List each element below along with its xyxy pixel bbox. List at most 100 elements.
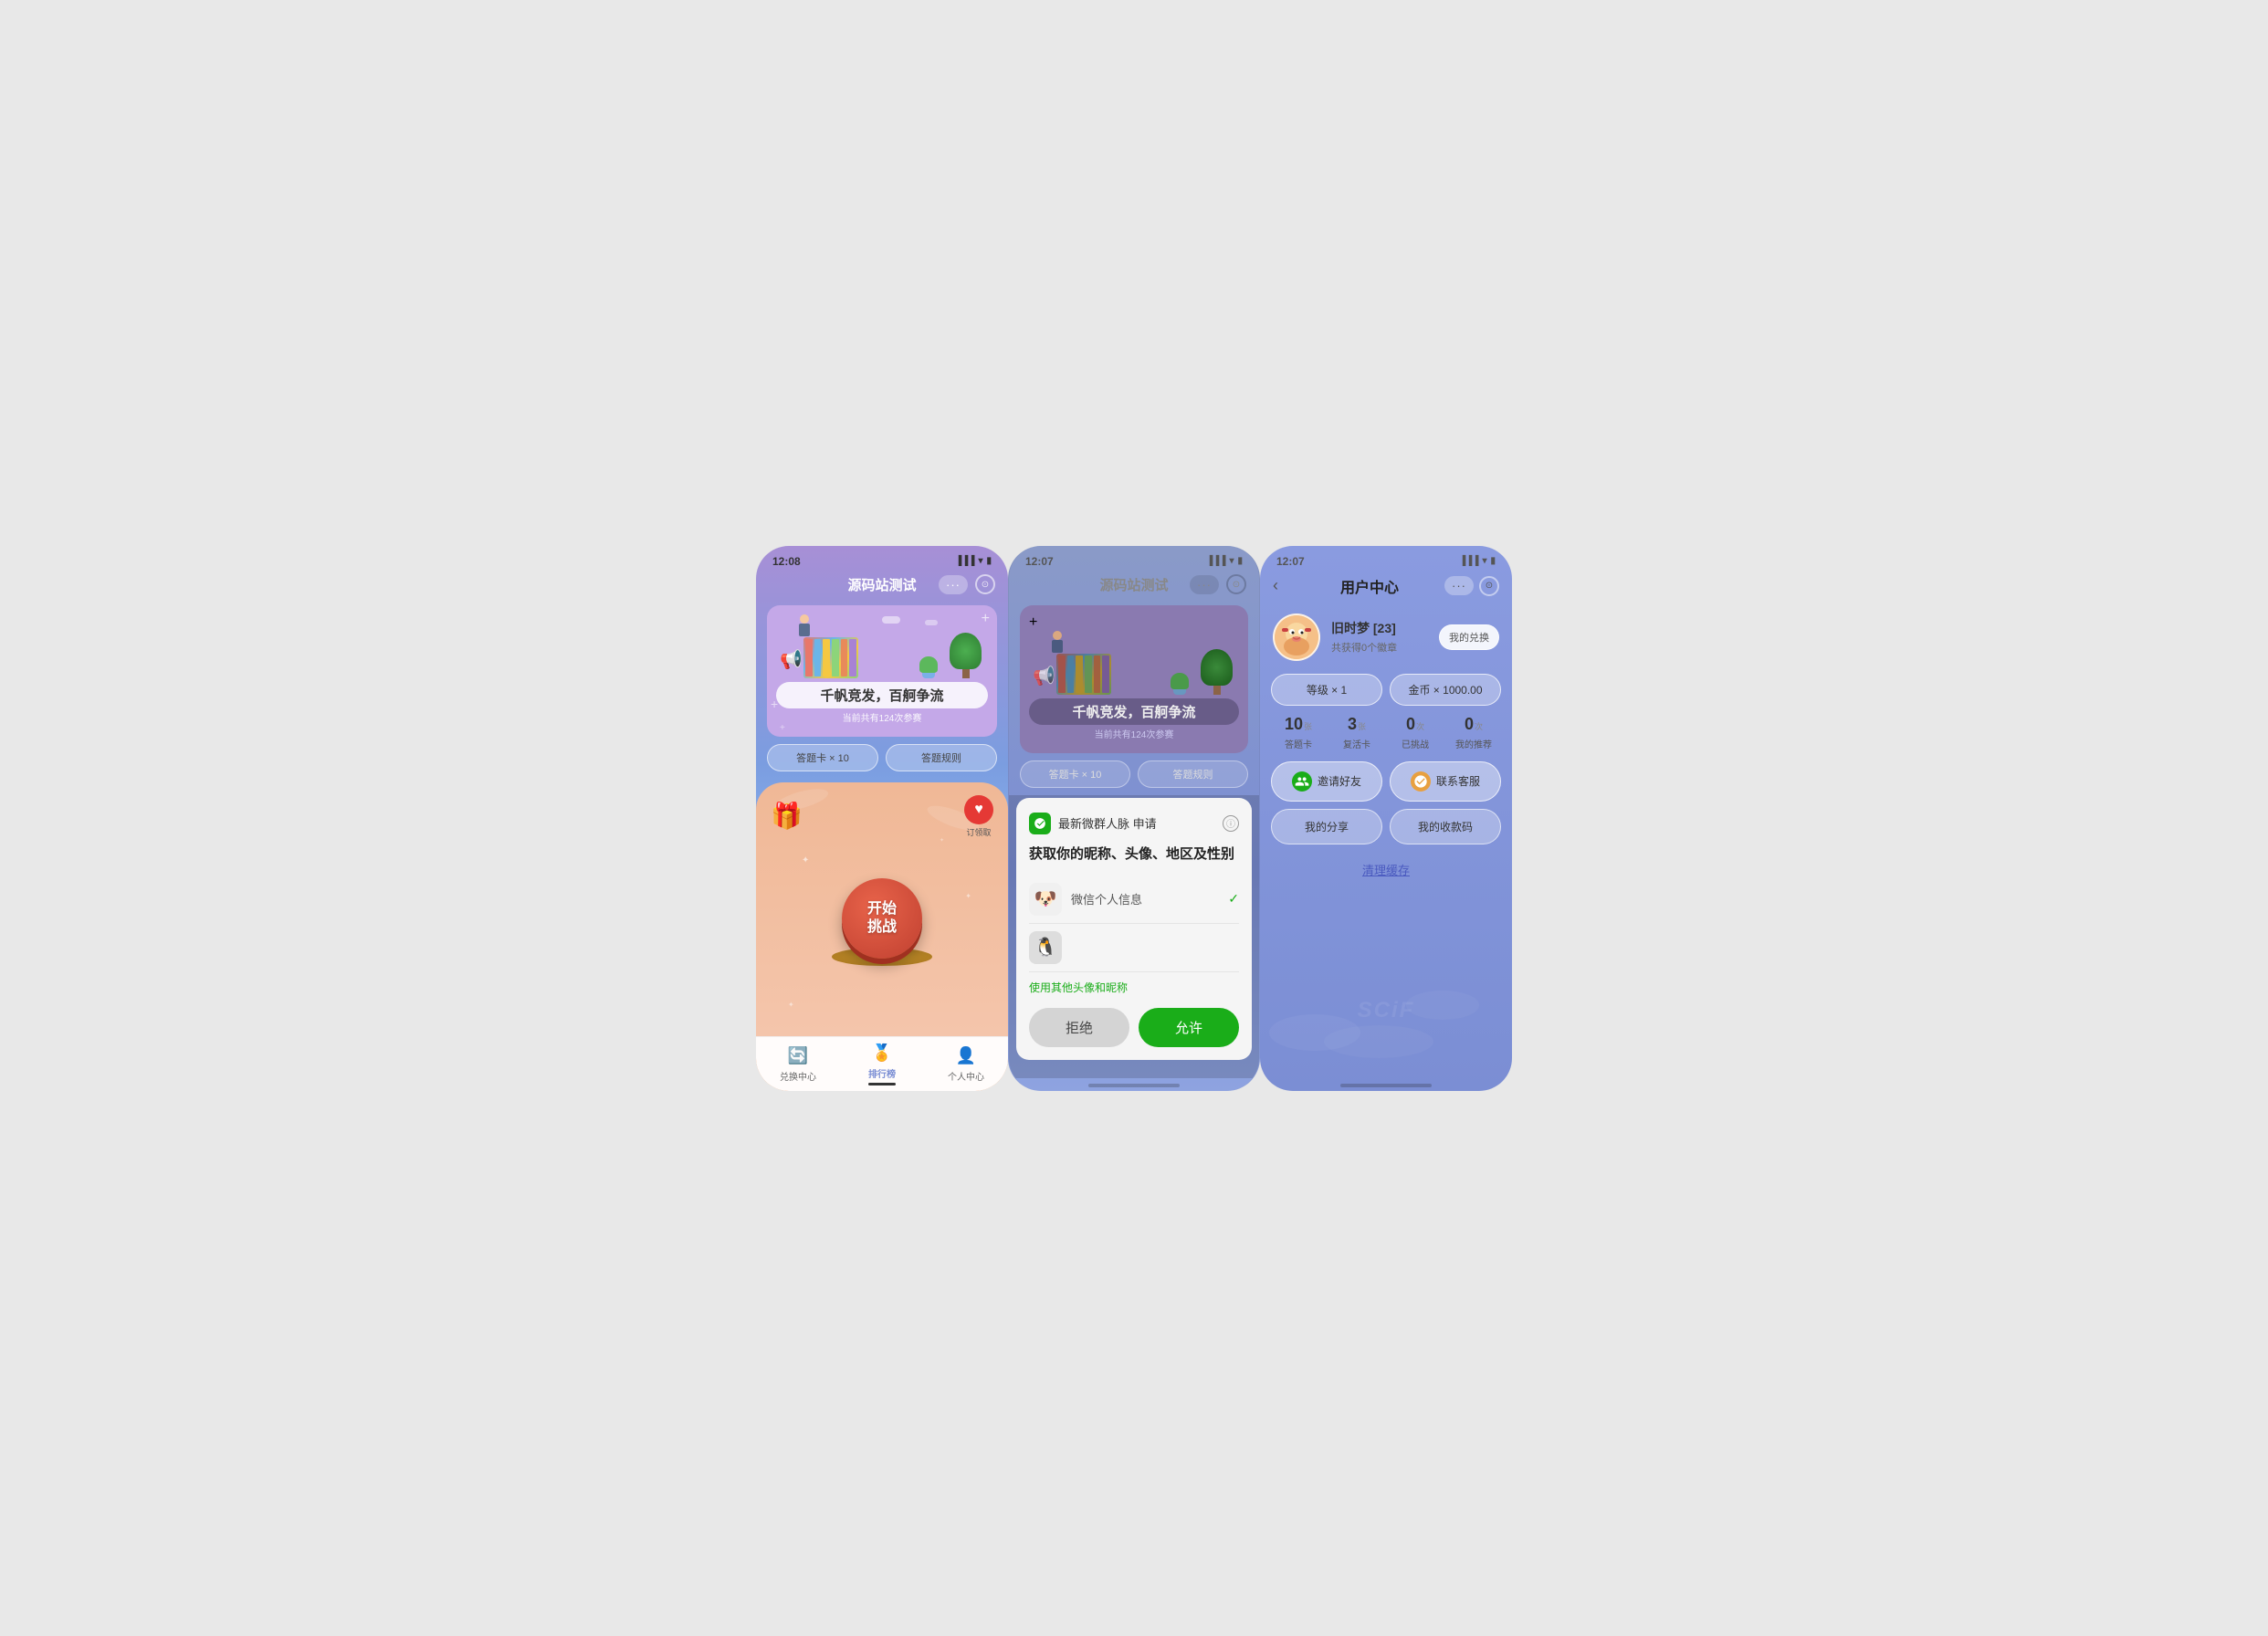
nav-label-profile: 个人中心 xyxy=(948,1069,984,1083)
my-share-btn[interactable]: 我的分享 xyxy=(1271,809,1382,844)
counts-row: 10 张 答题卡 3 张 复活卡 0 次 已挑战 xyxy=(1260,715,1512,761)
allow-button[interactable]: 允许 xyxy=(1139,1008,1239,1047)
count-number-1: 10 xyxy=(1285,715,1303,734)
answer-card-btn-2[interactable]: 答题卡 × 10 xyxy=(1020,760,1130,788)
exchange-icon: 🔄 xyxy=(787,1044,809,1066)
count-label-2: 复活卡 xyxy=(1343,737,1370,750)
dialog-app-name: 最新微群人脉 申请 xyxy=(1058,814,1157,832)
megaphone-icon: 📢 xyxy=(780,648,803,671)
count-unit-4: 次 xyxy=(1475,720,1483,732)
nav-label-exchange: 兑换中心 xyxy=(780,1069,816,1083)
plant-leaves-2 xyxy=(1171,673,1189,689)
figure-body xyxy=(799,624,810,636)
contact-service-btn[interactable]: 联系客服 xyxy=(1390,761,1501,802)
cloud2 xyxy=(925,620,938,625)
banner-main-title: 千帆竞发，百舸争流 xyxy=(787,686,977,705)
figure-head-2 xyxy=(1053,631,1062,640)
nav-item-profile[interactable]: 👤 个人中心 xyxy=(924,1044,1008,1083)
books-stack-2 xyxy=(1056,654,1111,695)
scan-icon-3[interactable]: ⊙ xyxy=(1479,576,1499,596)
start-challenge-button[interactable]: 开始挑战 xyxy=(842,878,922,959)
battery-icon-3: ▮ xyxy=(1490,556,1496,566)
tree-leaves-2 xyxy=(1201,649,1233,686)
stat-gold: 金币 × 1000.00 xyxy=(1390,674,1501,706)
banner-card-1: + + + 📢 xyxy=(767,605,997,737)
scan-icon-2[interactable]: ⊙ xyxy=(1226,574,1246,594)
answer-card-btn[interactable]: 答题卡 × 10 xyxy=(767,744,878,771)
user-name: 旧时梦 [23] xyxy=(1331,619,1428,637)
figure-head xyxy=(800,614,809,624)
wide-action-row: 我的分享 我的收款码 xyxy=(1260,809,1512,854)
wifi-icon-2: ▾ xyxy=(1229,556,1234,566)
my-payment-code-btn[interactable]: 我的收款码 xyxy=(1390,809,1501,844)
clear-cache-text[interactable]: 清理缓存 xyxy=(1362,861,1410,878)
timer-label: 订领取 xyxy=(966,826,991,838)
reject-button[interactable]: 拒绝 xyxy=(1029,1008,1129,1047)
user-avatar xyxy=(1273,614,1320,661)
count-recommend: 0 次 我的推荐 xyxy=(1446,715,1501,750)
screen3-title: 用户中心 xyxy=(1340,575,1399,597)
screen2-title: 源码站测试 xyxy=(1099,575,1168,594)
time-2: 12:07 xyxy=(1025,555,1054,568)
screen3-header: ‹ 用户中心 ··· ⊙ xyxy=(1260,572,1512,604)
count-answer-card: 10 张 答题卡 xyxy=(1271,715,1326,750)
signal-icon-2: ▐▐▐ xyxy=(1206,556,1225,566)
screen3: 12:07 ▐▐▐ ▾ ▮ ‹ 用户中心 ··· ⊙ xyxy=(1260,546,1512,1091)
banner-buttons-1: 答题卡 × 10 答题规则 xyxy=(767,744,997,771)
status-icons-1: ▐▐▐ ▾ ▮ xyxy=(955,556,992,566)
banner-title-box: 千帆竞发，百舸争流 xyxy=(776,682,988,708)
screen3-bottom-area: SCiF xyxy=(1260,886,1512,1078)
screen1-header: 源码站测试 ··· ⊙ xyxy=(756,572,1008,602)
sparkle3: ✦ xyxy=(940,837,944,844)
dialog-option-other[interactable]: 🐧 xyxy=(1029,924,1239,972)
option-text-wechat: 微信个人信息 xyxy=(1071,890,1142,907)
dialog-main-text: 获取你的昵称、头像、地区及性别 xyxy=(1029,844,1239,863)
bg-decoration xyxy=(1260,950,1512,1060)
invite-friend-btn[interactable]: 邀请好友 xyxy=(1271,761,1382,802)
figure-body-2 xyxy=(1052,640,1063,653)
s2-banner-subtitle: 当前共有124次参赛 xyxy=(1029,727,1239,740)
plus-icon-tr-2: + xyxy=(1029,614,1037,630)
rules-btn[interactable]: 答题规则 xyxy=(886,744,997,771)
figure xyxy=(796,614,813,642)
service-btn-label: 联系客服 xyxy=(1436,773,1480,789)
count-label-1: 答题卡 xyxy=(1285,737,1312,750)
s2-banner-main-title: 千帆竞发，百舸争流 xyxy=(1040,702,1228,721)
header-right-icons-1: ··· ⊙ xyxy=(939,574,995,594)
more-icon-3[interactable]: ··· xyxy=(1444,576,1474,595)
count-unit-3: 次 xyxy=(1416,720,1424,732)
s2-banner-title-box: 千帆竞发，百舸争流 xyxy=(1029,698,1239,725)
header-right-3: ··· ⊙ xyxy=(1444,576,1499,596)
tree xyxy=(962,660,970,678)
count-number-4: 0 xyxy=(1465,715,1474,734)
back-button[interactable]: ‹ xyxy=(1273,576,1295,595)
dialog-link[interactable]: 使用其他头像和昵称 xyxy=(1029,980,1239,995)
dialog-option-wechat[interactable]: 🐶 微信个人信息 ✓ xyxy=(1029,876,1239,924)
plant xyxy=(922,669,935,678)
permission-dialog: 最新微群人脉 申请 ⓘ 获取你的昵称、头像、地区及性别 🐶 微信个人信息 ✓ xyxy=(1016,798,1252,1060)
scan-icon[interactable]: ⊙ xyxy=(975,574,995,594)
screen1: 12:08 ▐▐▐ ▾ ▮ 源码站测试 ··· ⊙ + + + 📢 xyxy=(756,546,1008,1091)
wifi-icon: ▾ xyxy=(978,556,982,566)
banner-card-2: + 📢 xyxy=(1020,605,1248,753)
status-icons-3: ▐▐▐ ▾ ▮ xyxy=(1459,556,1496,566)
nav-label-ranking: 排行榜 xyxy=(868,1066,896,1080)
count-label-3: 已挑战 xyxy=(1402,737,1429,750)
status-icons-2: ▐▐▐ ▾ ▮ xyxy=(1206,556,1243,566)
rules-btn-2[interactable]: 答题规则 xyxy=(1138,760,1248,788)
plus-icon-bl: + xyxy=(780,723,785,733)
dialog-info-btn[interactable]: ⓘ xyxy=(1223,815,1239,832)
more-icon-2[interactable]: ··· xyxy=(1190,575,1219,594)
invite-icon xyxy=(1292,771,1312,792)
more-icon[interactable]: ··· xyxy=(939,575,968,594)
screen2: 12:07 ▐▐▐ ▾ ▮ 源码站测试 ··· ⊙ + 📢 xyxy=(1008,546,1260,1091)
plant-leaves xyxy=(919,656,938,673)
timer-icon: ♥ 订领取 xyxy=(964,795,993,838)
my-exchange-btn[interactable]: 我的兑换 xyxy=(1439,624,1499,650)
sparkle1: ✦ xyxy=(802,855,809,865)
user-badges: 共获得0个徽章 xyxy=(1331,640,1428,655)
time-3: 12:07 xyxy=(1276,555,1305,568)
nav-item-exchange[interactable]: 🔄 兑换中心 xyxy=(756,1044,840,1083)
heart-timer: ♥ xyxy=(964,795,993,824)
nav-item-ranking[interactable]: 🏅 排行榜 xyxy=(840,1042,924,1085)
